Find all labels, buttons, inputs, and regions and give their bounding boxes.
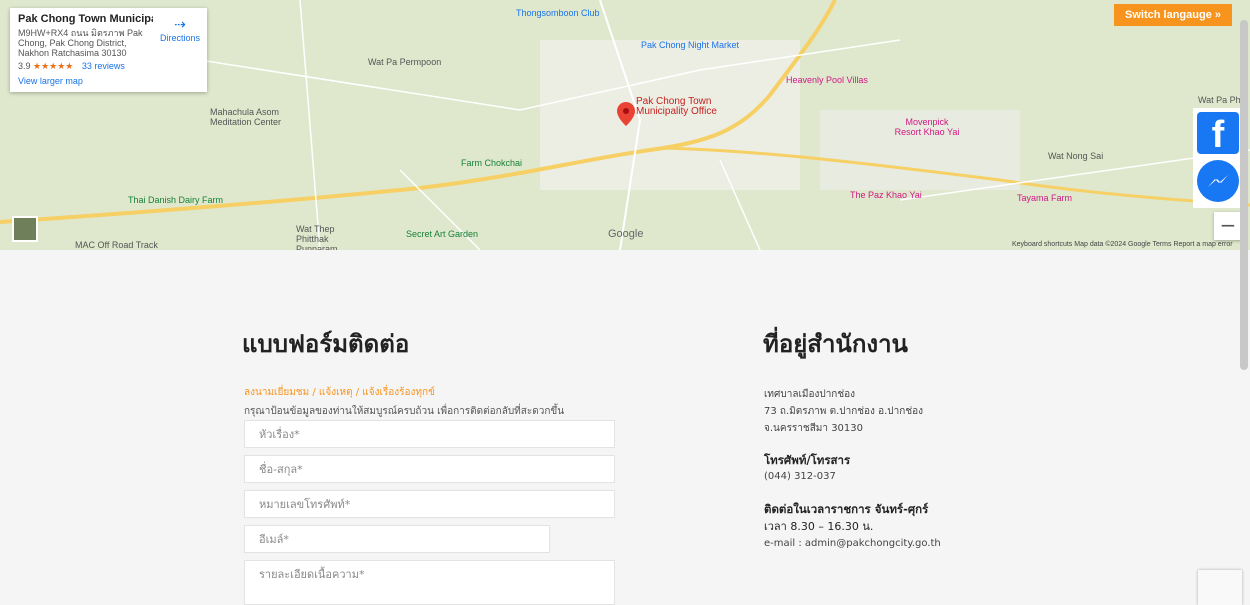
details-field[interactable]: รายละเอียดเนื้อความ* <box>244 560 615 605</box>
scrollbar[interactable] <box>1240 20 1248 370</box>
reviews-link[interactable]: 33 reviews <box>82 61 125 71</box>
map-label-mahachula[interactable]: Mahachula Asom Meditation Center <box>210 107 290 127</box>
map-label-wat-pa-phu[interactable]: Wat Pa Phu <box>1198 95 1246 105</box>
map-label-heavenly[interactable]: Heavenly Pool Villas <box>786 75 868 85</box>
directions-button[interactable]: ⇢ Directions <box>158 16 202 43</box>
map-label-thongsomboon[interactable]: Thongsomboon Club <box>516 8 600 18</box>
address-line2: 73 ถ.มิตรภาพ ต.ปากช่อง อ.ปากช่อง <box>764 406 923 417</box>
address-line3: จ.นครราชสีมา 30130 <box>764 423 864 434</box>
form-subtitle: ลงนามเยี่ยมชม / แจ้งเหตุ / แจ้งเรื่องร้อ… <box>244 387 435 398</box>
map-label-wat-nong-sai[interactable]: Wat Nong Sai <box>1048 151 1103 161</box>
google-map[interactable]: Thongsomboon Club Pak Chong Night Market… <box>0 0 1250 250</box>
map-info-card: Pak Chong Town Municipality ... M9HW+RX4… <box>10 8 207 92</box>
zoom-out-button[interactable]: − <box>1214 212 1242 240</box>
map-label-farm-chokchai[interactable]: Farm Chokchai <box>461 158 522 168</box>
name-field[interactable]: ชื่อ-สกุล* <box>244 455 615 483</box>
satellite-toggle[interactable] <box>12 216 38 242</box>
place-title: Pak Chong Town Municipality ... <box>18 13 153 25</box>
view-larger-map-link[interactable]: View larger map <box>18 76 199 86</box>
map-label-secret-art[interactable]: Secret Art Garden <box>406 229 478 239</box>
map-label-mac[interactable]: MAC Off Road Track <box>75 240 158 250</box>
phone-field[interactable]: หมายเลขโทรศัพท์* <box>244 490 615 518</box>
address-line1: เทศบาลเมืองปากช่อง <box>764 389 856 400</box>
subject-field[interactable]: หัวเรื่อง* <box>244 420 615 448</box>
messenger-icon[interactable] <box>1197 160 1239 202</box>
recaptcha-badge[interactable] <box>1198 570 1242 605</box>
map-label-wat-pa-permpoon[interactable]: Wat Pa Permpoon <box>368 57 441 67</box>
map-label-night-market[interactable]: Pak Chong Night Market <box>641 40 739 50</box>
map-label-paz[interactable]: The Paz Khao Yai <box>850 190 922 200</box>
office-hours: เวลา 8.30 – 16.30 น. <box>764 520 874 533</box>
email-field[interactable]: อีเมล์* <box>244 525 550 553</box>
facebook-icon[interactable]: f <box>1197 112 1239 156</box>
rating-stars: ★★★★★ <box>33 61 74 71</box>
form-hint: กรุณาป้อนข้อมูลของท่านให้สมบูรณ์ครบถ้วน … <box>244 406 565 417</box>
switch-language-button[interactable]: Switch langauge » <box>1114 4 1232 26</box>
map-label-tayama[interactable]: Tayama Farm <box>1017 193 1072 203</box>
map-attribution[interactable]: Keyboard shortcuts Map data ©2024 Google… <box>1012 241 1233 248</box>
map-label-movenpick[interactable]: Movenpick Resort Khao Yai <box>892 117 962 137</box>
phone-number: (044) 312-037 <box>764 471 836 482</box>
rating-value: 3.9 <box>18 61 31 71</box>
hours-heading: ติดต่อในเวลาราชการ จันทร์-ศุกร์ <box>764 502 929 516</box>
map-label-thai-danish[interactable]: Thai Danish Dairy Farm <box>128 195 223 205</box>
map-label-wat-thep[interactable]: Wat Thep Phitthak Punnaram <box>296 224 366 250</box>
address-title: ที่อยู่สำนักงาน <box>763 330 908 358</box>
place-address: M9HW+RX4 ถนน มิตรภาพ Pak Chong, Pak Chon… <box>18 28 143 58</box>
directions-label: Directions <box>159 33 200 43</box>
google-logo: Google <box>608 228 644 240</box>
contact-email[interactable]: e-mail : admin@pakchongcity.go.th <box>764 535 941 552</box>
map-pin-label[interactable]: Pak Chong Town Municipality Office <box>636 97 717 117</box>
form-title: แบบฟอร์มติดต่อ <box>242 330 410 358</box>
place-rating: 3.9 ★★★★★ 33 reviews <box>18 61 199 72</box>
directions-icon: ⇢ <box>174 16 186 32</box>
